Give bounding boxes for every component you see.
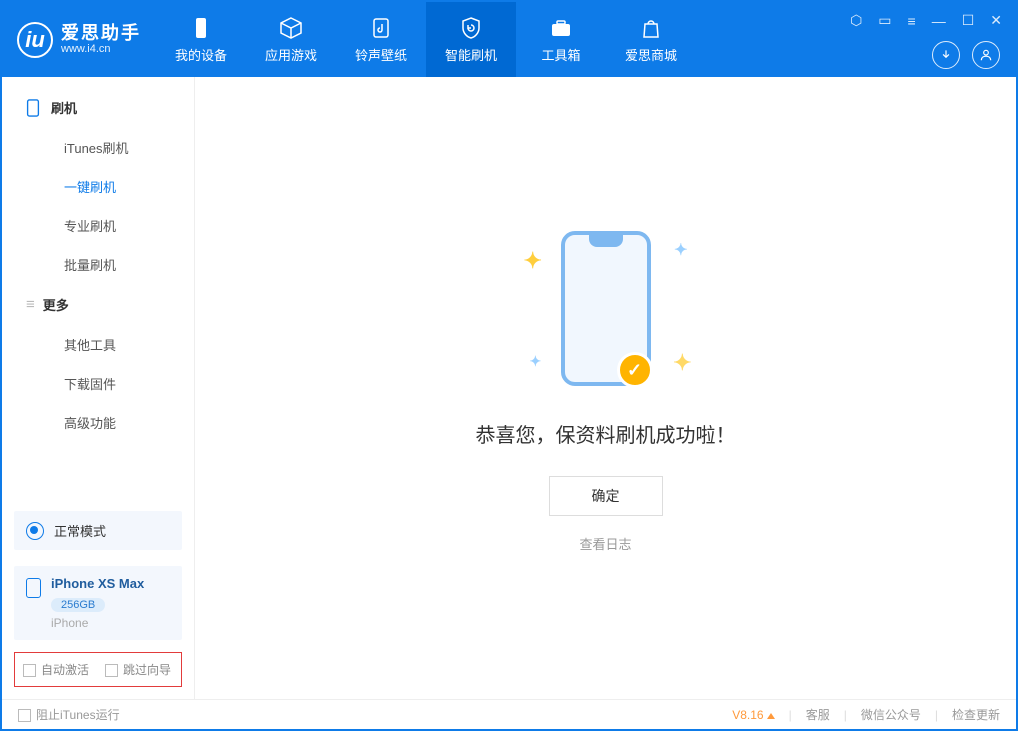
main-content: ✦ ✦ ✦ ✦ ✓ 恭喜您，保资料刷机成功啦！ 确定 查看日志 [195,77,1016,699]
account-button[interactable] [972,41,1000,69]
customer-service-link[interactable]: 客服 [806,706,830,723]
tab-toolbox[interactable]: 工具箱 [516,2,606,77]
phone-icon [26,578,41,598]
cube-icon [279,16,303,40]
sidebar-item-pro-flash[interactable]: 专业刷机 [2,206,194,245]
sidebar-item-other-tools[interactable]: 其他工具 [2,325,194,364]
mode-label: 正常模式 [54,521,106,540]
ok-button[interactable]: 确定 [549,476,663,516]
logo-icon: iu [17,22,53,58]
device-type: iPhone [51,616,144,630]
sidebar: 刷机 iTunes刷机 一键刷机 专业刷机 批量刷机 ≡ 更多 其他工具 下载固… [2,77,195,699]
app-logo: iu 爱思助手 www.i4.cn [2,2,156,77]
mode-card[interactable]: 正常模式 [14,511,182,550]
checkbox-icon [23,664,36,677]
phone-icon [26,99,40,117]
tab-label: 铃声壁纸 [355,45,407,64]
sparkle-icon: ✦ [673,350,691,376]
block-itunes-checkbox[interactable]: 阻止iTunes运行 [18,706,120,723]
tab-label: 智能刷机 [445,45,497,64]
skip-guide-checkbox[interactable]: 跳过向导 [105,661,171,678]
phone-illustration: ✓ [561,231,651,386]
checkbox-icon [105,664,118,677]
sidebar-section-more: ≡ 更多 [2,284,194,325]
device-storage: 256GB [51,598,105,612]
triangle-up-icon [767,713,775,719]
device-icon [189,16,213,40]
success-illustration: ✦ ✦ ✦ ✦ ✓ [506,224,706,394]
tab-store[interactable]: 爱思商城 [606,2,696,77]
tab-smart-flash[interactable]: 智能刷机 [426,2,516,77]
sidebar-item-itunes-flash[interactable]: iTunes刷机 [2,128,194,167]
tab-apps-games[interactable]: 应用游戏 [246,2,336,77]
device-name: iPhone XS Max [51,576,144,591]
download-button[interactable] [932,41,960,69]
wechat-link[interactable]: 微信公众号 [861,706,921,723]
tab-label: 工具箱 [541,45,580,64]
minimize-button[interactable]: — [932,13,946,29]
options-row: 自动激活 跳过向导 [14,652,182,687]
version-label: V8.16 [732,708,763,722]
tab-label: 我的设备 [175,45,227,64]
auto-activate-checkbox[interactable]: 自动激活 [23,661,89,678]
tab-ringtones[interactable]: 铃声壁纸 [336,2,426,77]
sparkle-icon: ✦ [530,353,542,370]
success-message: 恭喜您，保资料刷机成功啦！ [476,419,736,448]
tab-label: 爱思商城 [625,45,677,64]
checkbox-icon [18,709,31,722]
section-label: 更多 [43,295,69,314]
title-bar: iu 爱思助手 www.i4.cn 我的设备 应用游戏 铃声壁纸 智能刷机 工具… [2,2,1016,77]
nav-tabs: 我的设备 应用游戏 铃声壁纸 智能刷机 工具箱 爱思商城 [156,2,696,77]
shield-refresh-icon [459,16,483,40]
maximize-button[interactable]: ☐ [962,12,975,29]
version-link[interactable]: V8.16 [732,708,774,722]
download-icon [939,48,953,62]
music-file-icon [369,16,393,40]
feedback-button[interactable]: ▭ [878,12,891,29]
list-icon: ≡ [26,296,32,313]
toolbox-icon [549,16,573,40]
sidebar-item-batch-flash[interactable]: 批量刷机 [2,245,194,284]
mode-icon [26,522,44,540]
sparkle-icon: ✦ [524,248,542,274]
menu-button[interactable]: ≡ [908,13,916,29]
skin-button[interactable]: ⬡ [850,12,862,29]
view-log-link[interactable]: 查看日志 [579,534,631,553]
user-icon [979,48,993,62]
check-update-link[interactable]: 检查更新 [952,706,1000,723]
section-label: 刷机 [51,98,77,117]
app-title: 爱思助手 [61,24,141,44]
sidebar-item-oneclick-flash[interactable]: 一键刷机 [2,167,194,206]
tab-label: 应用游戏 [265,45,317,64]
check-badge-icon: ✓ [617,352,653,388]
close-button[interactable]: ✕ [990,12,1002,29]
device-info: iPhone XS Max 256GB iPhone [51,576,144,630]
tab-my-device[interactable]: 我的设备 [156,2,246,77]
sidebar-section-flash: 刷机 [2,87,194,128]
sidebar-item-download-firmware[interactable]: 下载固件 [2,364,194,403]
checkbox-label: 阻止iTunes运行 [36,708,120,722]
sidebar-item-advanced[interactable]: 高级功能 [2,403,194,442]
checkbox-label: 跳过向导 [123,663,171,677]
device-card[interactable]: iPhone XS Max 256GB iPhone [14,566,182,640]
sparkle-icon: ✦ [674,240,687,260]
status-bar: 阻止iTunes运行 V8.16 | 客服 | 微信公众号 | 检查更新 [2,699,1016,729]
app-subtitle: www.i4.cn [61,43,141,55]
bag-icon [639,16,663,40]
checkbox-label: 自动激活 [41,663,89,677]
